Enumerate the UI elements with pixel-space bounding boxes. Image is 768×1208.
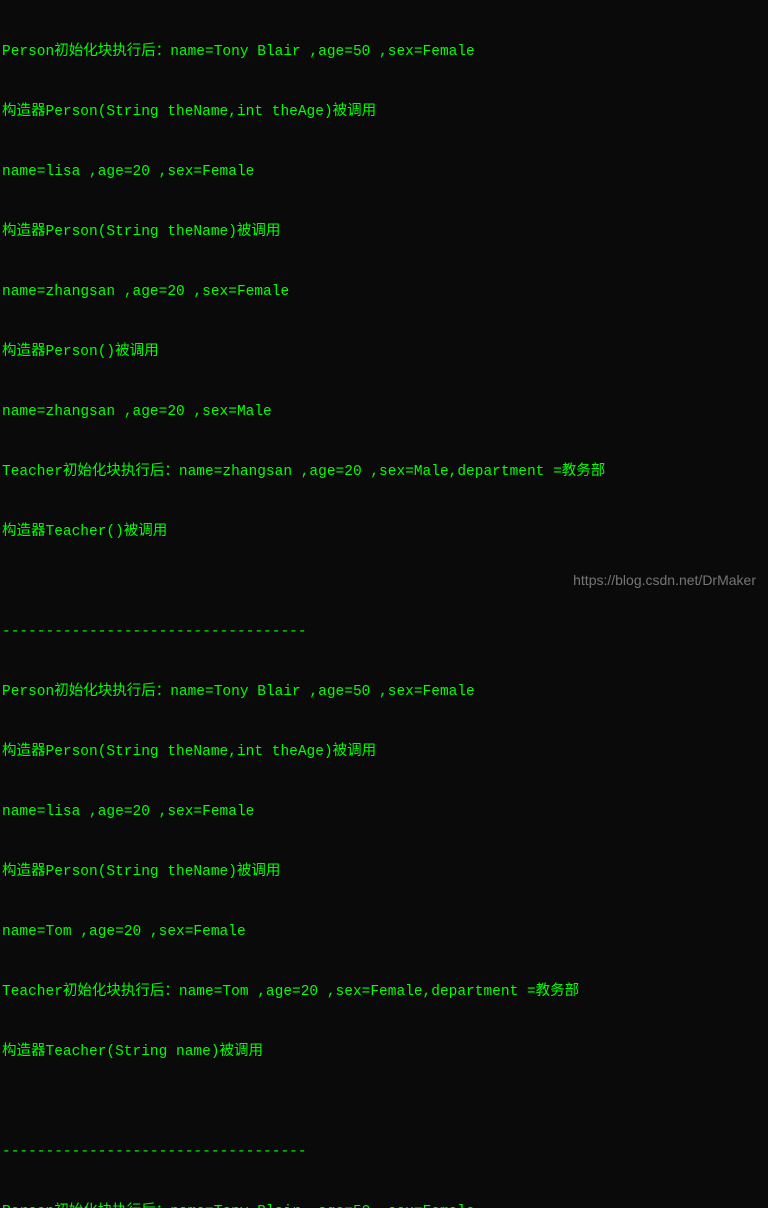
console-line: 构造器Person()被调用 [2,342,766,362]
console-line: 构造器Person(String theName)被调用 [2,862,766,882]
console-line: name=lisa ,age=20 ,sex=Female [2,802,766,822]
console-line: 构造器Teacher(String name)被调用 [2,1042,766,1062]
console-line: ----------------------------------- [2,622,766,642]
console-line: Person初始化块执行后：name=Tony Blair ,age=50 ,s… [2,1202,766,1208]
console-line: 构造器Person(String theName)被调用 [2,222,766,242]
console-line: 构造器Person(String theName,int theAge)被调用 [2,742,766,762]
terminal-output: Person初始化块执行后：name=Tony Blair ,age=50 ,s… [2,2,766,1208]
console-line: name=Tom ,age=20 ,sex=Female [2,922,766,942]
watermark-text: https://blog.csdn.net/DrMaker [573,570,756,590]
console-line: 构造器Person(String theName,int theAge)被调用 [2,102,766,122]
console-line: name=lisa ,age=20 ,sex=Female [2,162,766,182]
console-line: Person初始化块执行后：name=Tony Blair ,age=50 ,s… [2,682,766,702]
console-line: name=zhangsan ,age=20 ,sex=Male [2,402,766,422]
console-line: name=zhangsan ,age=20 ,sex=Female [2,282,766,302]
console-line: Teacher初始化块执行后：name=zhangsan ,age=20 ,se… [2,462,766,482]
console-line: Teacher初始化块执行后：name=Tom ,age=20 ,sex=Fem… [2,982,766,1002]
console-line: Person初始化块执行后：name=Tony Blair ,age=50 ,s… [2,42,766,62]
console-line: 构造器Teacher()被调用 [2,522,766,542]
console-line: ----------------------------------- [2,1142,766,1162]
